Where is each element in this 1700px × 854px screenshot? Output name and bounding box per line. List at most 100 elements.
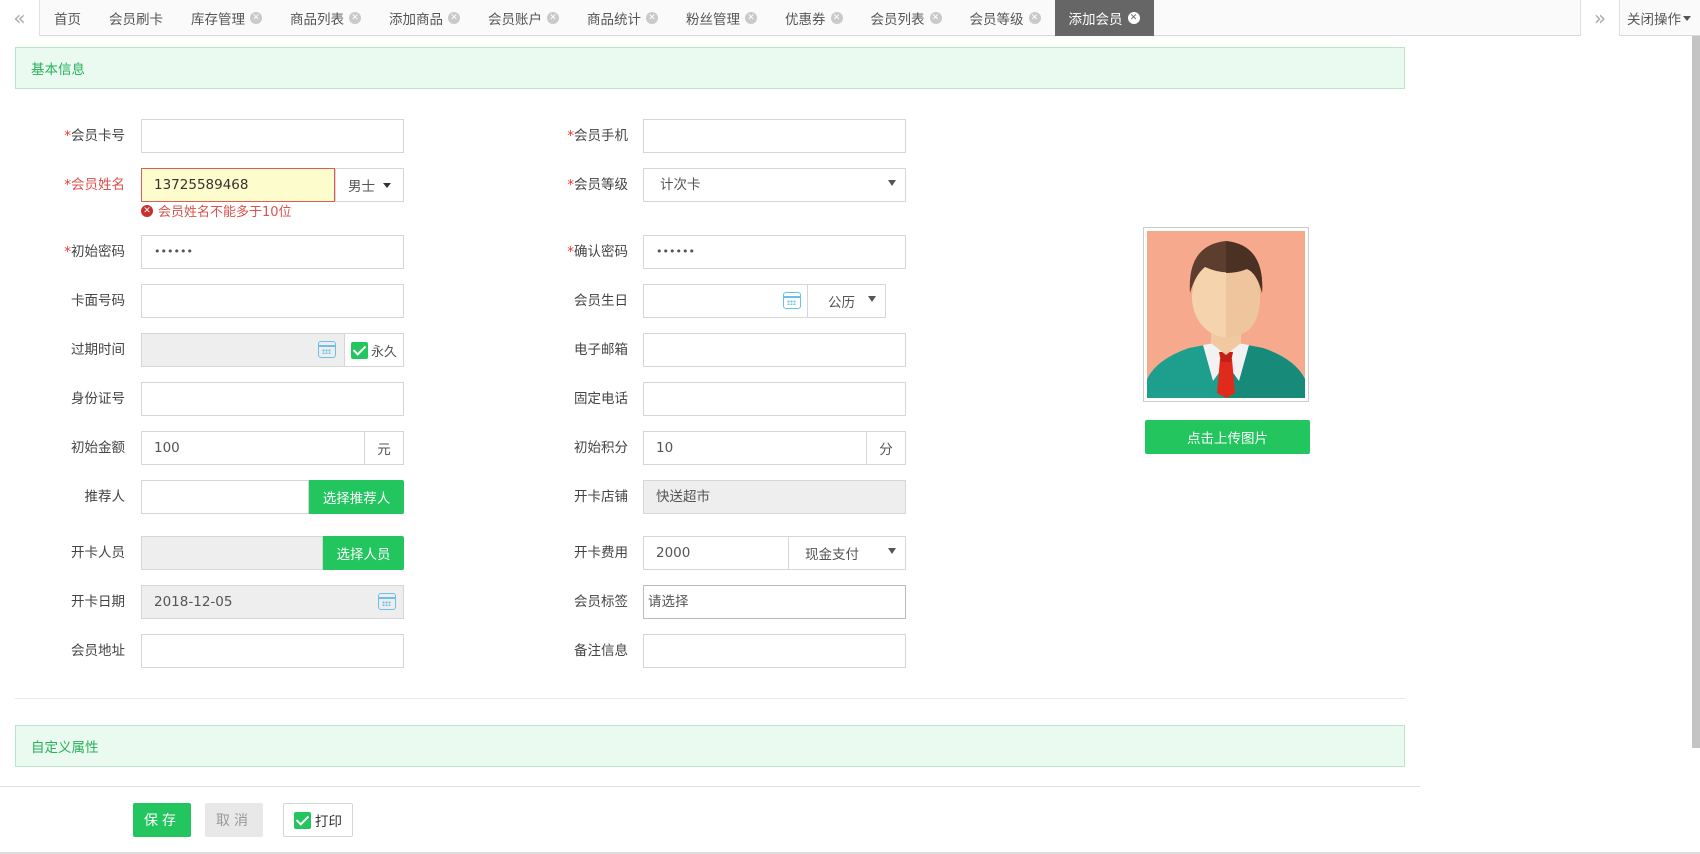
payment-method-value: 现金支付 <box>805 547 859 563</box>
print-checkbox[interactable]: 打印 <box>283 803 353 837</box>
tab-close-icon[interactable]: ✕ <box>929 12 942 24</box>
label-remark: 备注信息 <box>574 643 628 659</box>
tabs-scroll-left-icon[interactable]: « <box>0 0 40 36</box>
card-face-no-input[interactable] <box>141 284 404 318</box>
tab-label: 商品统计 <box>587 12 641 28</box>
tab-item[interactable]: 商品统计 ✕ <box>573 0 672 36</box>
section-basic-info-title: 基本信息 <box>31 62 85 78</box>
tab-item[interactable]: 粉丝管理 ✕ <box>672 0 771 36</box>
select-staff-button[interactable]: 选择人员 <box>323 536 404 570</box>
label-mobile: *会员手机 <box>567 128 628 144</box>
tab-item[interactable]: 优惠券 ✕ <box>771 0 857 36</box>
amount-input[interactable]: 100 <box>141 431 365 465</box>
tab-label: 会员账户 <box>488 12 542 28</box>
staff-input[interactable] <box>141 536 323 570</box>
print-label: 打印 <box>315 814 342 830</box>
tab-item[interactable]: 会员刷卡 <box>95 0 177 36</box>
remark-input[interactable] <box>643 634 906 668</box>
calendar-type-select[interactable]: 公历 <box>808 284 886 318</box>
tab-label: 添加会员 <box>1068 12 1123 28</box>
avatar-placeholder-icon <box>1147 231 1305 398</box>
tab-item[interactable]: 会员账户 ✕ <box>474 0 573 36</box>
chevron-down-icon <box>1683 15 1691 21</box>
id-card-input[interactable] <box>141 382 404 416</box>
points-input[interactable]: 10 <box>643 431 867 465</box>
tab-close-icon[interactable]: ✕ <box>547 12 559 24</box>
label-store: 开卡店铺 <box>574 489 628 505</box>
open-date-input[interactable]: 2018-12-05 <box>141 585 404 619</box>
label-member-name: *会员姓名 <box>64 177 125 193</box>
tab-close-icon[interactable]: ✕ <box>349 12 361 24</box>
amount-unit: 元 <box>365 431 404 465</box>
tab-close-icon[interactable]: ✕ <box>830 12 843 24</box>
member-name-input[interactable]: 13725589468 <box>141 168 335 202</box>
tab-close-icon[interactable]: ✕ <box>1127 12 1140 24</box>
chevron-down-icon <box>383 182 391 188</box>
tab-close-icon[interactable]: ✕ <box>745 12 757 24</box>
close-operations-dropdown[interactable]: 关闭操作 <box>1621 0 1700 36</box>
referrer-input[interactable] <box>141 480 309 514</box>
member-name-error: ✕ 会员姓名不能多于10位 <box>141 201 292 220</box>
tab-label: 会员等级 <box>969 12 1024 28</box>
member-level-value: 计次卡 <box>660 177 701 193</box>
tab-close-icon[interactable]: ✕ <box>646 12 658 24</box>
store-input: 快送超市 <box>643 480 906 514</box>
tab-item[interactable]: 会员等级 ✕ <box>956 0 1055 36</box>
member-level-select[interactable]: 计次卡 <box>643 168 906 202</box>
tab-item[interactable]: 库存管理 ✕ <box>177 0 276 36</box>
calendar-type-value: 公历 <box>828 295 855 311</box>
gender-dropdown[interactable]: 男士 <box>335 168 404 202</box>
upload-image-button[interactable]: 点击上传图片 <box>1145 420 1310 454</box>
tab-item[interactable]: 会员列表 ✕ <box>857 0 956 36</box>
label-points: 初始积分 <box>574 440 628 456</box>
tab-label: 商品列表 <box>290 12 344 28</box>
tab-item[interactable]: 添加商品 ✕ <box>375 0 474 36</box>
tab-item[interactable]: 添加会员 ✕ <box>1054 0 1154 36</box>
address-input[interactable] <box>141 634 404 668</box>
label-fee: 开卡费用 <box>574 545 628 561</box>
select-referrer-button[interactable]: 选择推荐人 <box>309 480 404 514</box>
tab-close-icon[interactable]: ✕ <box>250 12 262 24</box>
payment-method-select[interactable]: 现金支付 <box>789 536 906 570</box>
tab-list: 首页 会员刷卡 库存管理 ✕ 商品列表 ✕ 添加商品 ✕ 会员账户 ✕ 商品统计 ✕ 粉丝管理 ✕ 优惠券 ✕… <box>40 0 1154 36</box>
tab-item[interactable]: 商品列表 ✕ <box>276 0 375 36</box>
confirm-password-input[interactable]: •••••• <box>643 235 906 269</box>
tab-close-icon[interactable]: ✕ <box>448 12 460 24</box>
check-icon <box>294 811 311 829</box>
calendar-icon[interactable] <box>318 341 336 358</box>
gender-value: 男士 <box>348 179 375 195</box>
expire-input[interactable] <box>141 333 345 367</box>
label-tags: 会员标签 <box>574 594 628 610</box>
tab-label: 优惠券 <box>785 12 826 28</box>
save-button[interactable]: 保存 <box>133 803 191 837</box>
tab-label: 添加商品 <box>389 12 443 28</box>
label-email: 电子邮箱 <box>574 342 628 358</box>
section-custom-attributes: 自定义属性 <box>15 725 1405 767</box>
avatar <box>1143 227 1309 402</box>
tab-close-icon[interactable]: ✕ <box>1028 12 1041 24</box>
forever-checkbox[interactable]: 永久 <box>345 333 404 367</box>
card-no-input[interactable] <box>141 119 404 153</box>
fee-input[interactable]: 2000 <box>643 536 789 570</box>
points-unit: 分 <box>867 431 906 465</box>
label-member-level: *会员等级 <box>567 177 628 193</box>
mobile-input[interactable] <box>643 119 906 153</box>
tags-placeholder: 请选择 <box>648 594 689 610</box>
calendar-icon[interactable] <box>783 292 801 309</box>
tab-bar: « 首页 会员刷卡 库存管理 ✕ 商品列表 ✕ 添加商品 ✕ 会员账户 ✕ 商品统计 ✕ 粉丝管理 ✕ 优惠… <box>0 0 1700 36</box>
tabs-scroll-right-icon[interactable]: » <box>1580 0 1620 36</box>
page-scrollbar[interactable] <box>1692 36 1700 748</box>
tab-label: 会员列表 <box>870 12 925 28</box>
password-input[interactable]: •••••• <box>141 235 404 269</box>
birthday-input[interactable] <box>643 284 808 318</box>
label-open-date: 开卡日期 <box>71 594 125 610</box>
cancel-button[interactable]: 取消 <box>205 803 263 837</box>
email-input[interactable] <box>643 333 906 367</box>
label-expire: 过期时间 <box>71 342 125 358</box>
footer-divider <box>0 786 1420 787</box>
tags-select[interactable]: 请选择 <box>643 585 906 619</box>
calendar-icon[interactable] <box>378 593 396 610</box>
tab-item[interactable]: 首页 <box>40 0 95 36</box>
label-card-face-no: 卡面号码 <box>71 293 125 309</box>
phone-input[interactable] <box>643 382 906 416</box>
